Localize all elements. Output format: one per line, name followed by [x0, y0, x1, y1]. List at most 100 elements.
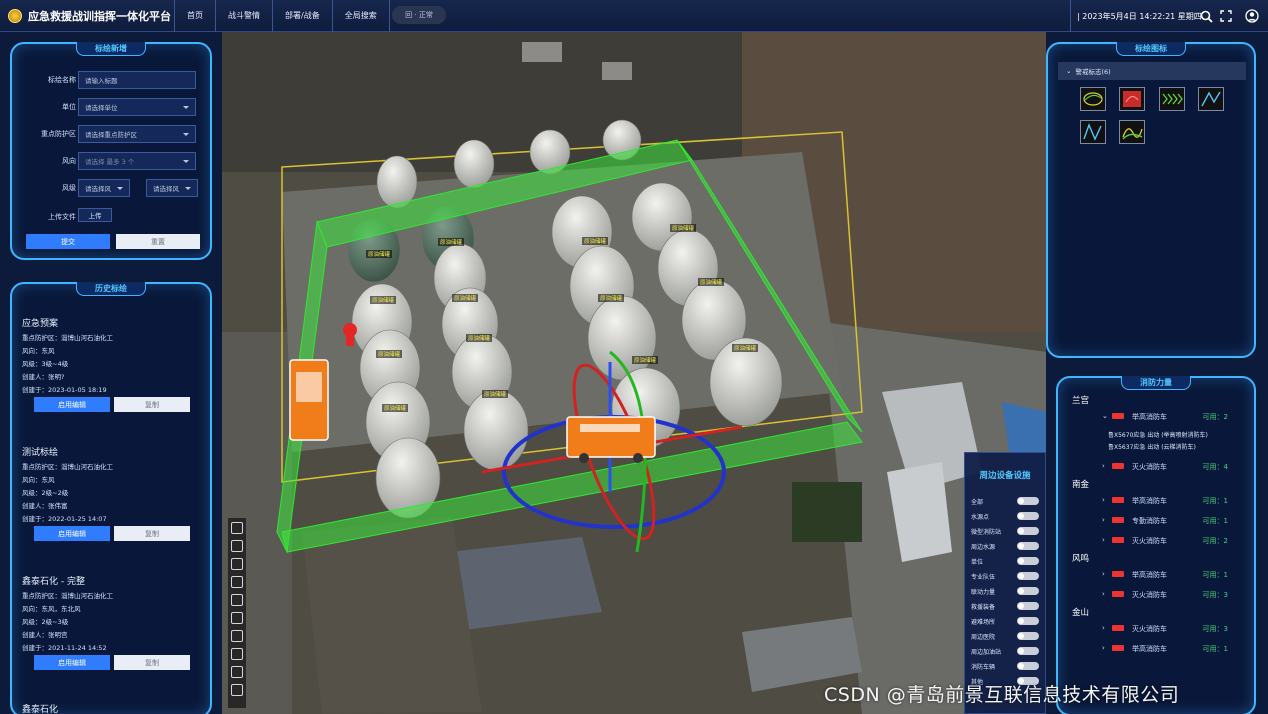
- icon-group-header[interactable]: ⌄ 警戒标志(6): [1058, 62, 1246, 80]
- nav-global-search[interactable]: 全局搜索: [331, 0, 390, 32]
- history-card-title: 鑫泰石化 - 完整: [22, 577, 85, 587]
- facility-item[interactable]: 救援装备: [971, 600, 1043, 612]
- line-v-icon[interactable]: [1198, 87, 1224, 111]
- history-card-creator: 创建人：张伟富: [22, 501, 68, 510]
- vehicle-line[interactable]: 鲁X5670应急 出动 (举高喷射消防车): [1108, 430, 1208, 439]
- facility-toggle[interactable]: [1017, 602, 1039, 610]
- wind-level-to-select[interactable]: 请选择风: [146, 179, 198, 197]
- terrain-tool-icon[interactable]: [231, 558, 243, 570]
- facilities-title: 周边设备设施: [979, 471, 1031, 481]
- area-outline-icon[interactable]: [1080, 87, 1106, 111]
- facility-toggle[interactable]: [1017, 647, 1039, 655]
- user-icon[interactable]: [1244, 8, 1260, 24]
- copy-button[interactable]: 复制: [114, 526, 190, 541]
- status-pill[interactable]: 回 · 正常: [392, 6, 446, 24]
- reset-button[interactable]: 重置: [116, 234, 200, 249]
- fire-force-title: 消防力量: [1121, 376, 1191, 390]
- wind-dir-select[interactable]: 请选择 最多 3 个: [78, 152, 196, 170]
- town-name[interactable]: 兰宫: [1072, 394, 1089, 406]
- tank-label: 原油储罐: [482, 390, 509, 398]
- wind-level-label: 风级: [62, 184, 76, 192]
- unit-row[interactable]: › 举高消防车 可用：1: [1060, 570, 1254, 588]
- arrow-chevrons-icon[interactable]: [1159, 87, 1185, 111]
- fullscreen-icon[interactable]: [1218, 8, 1234, 24]
- plot-form-title: 标绘新增: [76, 42, 146, 56]
- history-card-actions: 启用编辑 复制: [22, 395, 202, 413]
- facility-toggle[interactable]: [1017, 497, 1039, 505]
- fire-truck-icon: [1112, 571, 1124, 577]
- facility-item[interactable]: 周边水源: [971, 540, 1043, 552]
- globe-tool-icon[interactable]: [231, 540, 243, 552]
- history-card-wind-level: 风级：3级~4级: [22, 359, 69, 368]
- facility-item[interactable]: 单位: [971, 555, 1043, 567]
- facility-toggle[interactable]: [1017, 587, 1039, 595]
- enable-edit-button[interactable]: 启用编辑: [34, 655, 110, 670]
- facility-toggle[interactable]: [1017, 512, 1039, 520]
- tank-label: 原油储罐: [452, 294, 479, 302]
- vehicle-line[interactable]: 鲁X5637应急 出动 (云梯消防车): [1108, 442, 1196, 451]
- unit-row[interactable]: › 举高消防车 可用：1: [1060, 496, 1254, 514]
- fire-truck-icon: [1112, 645, 1124, 651]
- facility-item[interactable]: 全部: [971, 495, 1043, 507]
- history-card: 应急预案 重点防护区：淄博山河石油化工 风向：东风 风级：3级~4级 创建人：张…: [22, 316, 202, 413]
- curve-icon[interactable]: [1119, 120, 1145, 144]
- nav-combat-alert[interactable]: 战斗警情: [215, 0, 272, 32]
- search-icon[interactable]: [1198, 8, 1214, 24]
- facility-item[interactable]: 周边医院: [971, 630, 1043, 642]
- area-select[interactable]: 请选择重点防护区: [78, 125, 196, 143]
- copy-button[interactable]: 复制: [114, 397, 190, 412]
- name-input[interactable]: 请输入标题: [78, 71, 196, 89]
- enable-edit-button[interactable]: 启用编辑: [34, 526, 110, 541]
- facility-toggle[interactable]: [1017, 632, 1039, 640]
- tank-label: 原油储罐: [582, 237, 609, 245]
- submit-button[interactable]: 提交: [26, 234, 110, 249]
- town-name[interactable]: 金山: [1072, 606, 1089, 618]
- wind-level-from-select[interactable]: 请选择风: [78, 179, 130, 197]
- fire-truck-3d[interactable]: [566, 416, 656, 463]
- copy-button[interactable]: 复制: [114, 655, 190, 670]
- history-title: 历史标绘: [76, 282, 146, 296]
- facility-toggle[interactable]: [1017, 527, 1039, 535]
- fire-truck-icon: [1112, 517, 1124, 523]
- facility-toggle[interactable]: [1017, 557, 1039, 565]
- facility-toggle[interactable]: [1017, 662, 1039, 670]
- measure-tool-icon[interactable]: [231, 666, 243, 678]
- area-tool-icon[interactable]: [231, 630, 243, 642]
- facility-toggle[interactable]: [1017, 542, 1039, 550]
- tank-label: 原油储罐: [366, 250, 393, 258]
- facility-toggle[interactable]: [1017, 617, 1039, 625]
- upload-button[interactable]: 上传: [78, 208, 112, 222]
- facility-toggle[interactable]: [1017, 572, 1039, 580]
- name-label: 标绘名称: [48, 76, 76, 84]
- layers-tool-icon[interactable]: [231, 684, 243, 696]
- history-card-title: 测试标绘: [22, 448, 59, 458]
- facility-item[interactable]: 周边加油站: [971, 645, 1043, 657]
- enable-edit-button[interactable]: 启用编辑: [34, 397, 110, 412]
- town-name[interactable]: 南金: [1072, 478, 1089, 490]
- nav-home[interactable]: 首页: [174, 0, 215, 32]
- rotate-tool-icon[interactable]: [231, 522, 243, 534]
- facility-item[interactable]: 避难场所: [971, 615, 1043, 627]
- pin-tool-icon[interactable]: [231, 612, 243, 624]
- unit-row[interactable]: › 灭火消防车 可用：3: [1060, 624, 1254, 642]
- line-tool-icon[interactable]: [231, 648, 243, 660]
- fire-zone-icon[interactable]: [1119, 87, 1145, 111]
- column-tool-icon[interactable]: [231, 594, 243, 606]
- fire-truck-3d[interactable]: [289, 359, 329, 441]
- facility-item[interactable]: 专业队伍: [971, 570, 1043, 582]
- line-wave-icon[interactable]: [1080, 120, 1106, 144]
- town-name[interactable]: 风鸣: [1072, 552, 1089, 564]
- facility-item[interactable]: 微型消防站: [971, 525, 1043, 537]
- unit-row[interactable]: › 举高消防车 可用：1: [1060, 644, 1254, 662]
- wind-dir-label: 风向: [62, 157, 76, 165]
- tank-label: 原油储罐: [632, 356, 659, 364]
- facility-item[interactable]: 消防车辆: [971, 660, 1043, 672]
- cube-tool-icon[interactable]: [231, 576, 243, 588]
- facility-item[interactable]: 水源点: [971, 510, 1043, 522]
- facility-item[interactable]: 联动力量: [971, 585, 1043, 597]
- unit-select[interactable]: 请选择单位: [78, 98, 196, 116]
- unit-row[interactable]: ⌄ 举高消防车 可用：2: [1060, 412, 1254, 430]
- unit-row[interactable]: › 专勤消防车 可用：1: [1060, 516, 1254, 534]
- map-3d-view[interactable]: 原油储罐 原油储罐 原油储罐 原油储罐 原油储罐 原油储罐 原油储罐 原油储罐 …: [222, 32, 1047, 714]
- nav-deployment[interactable]: 部署/战备: [272, 0, 332, 32]
